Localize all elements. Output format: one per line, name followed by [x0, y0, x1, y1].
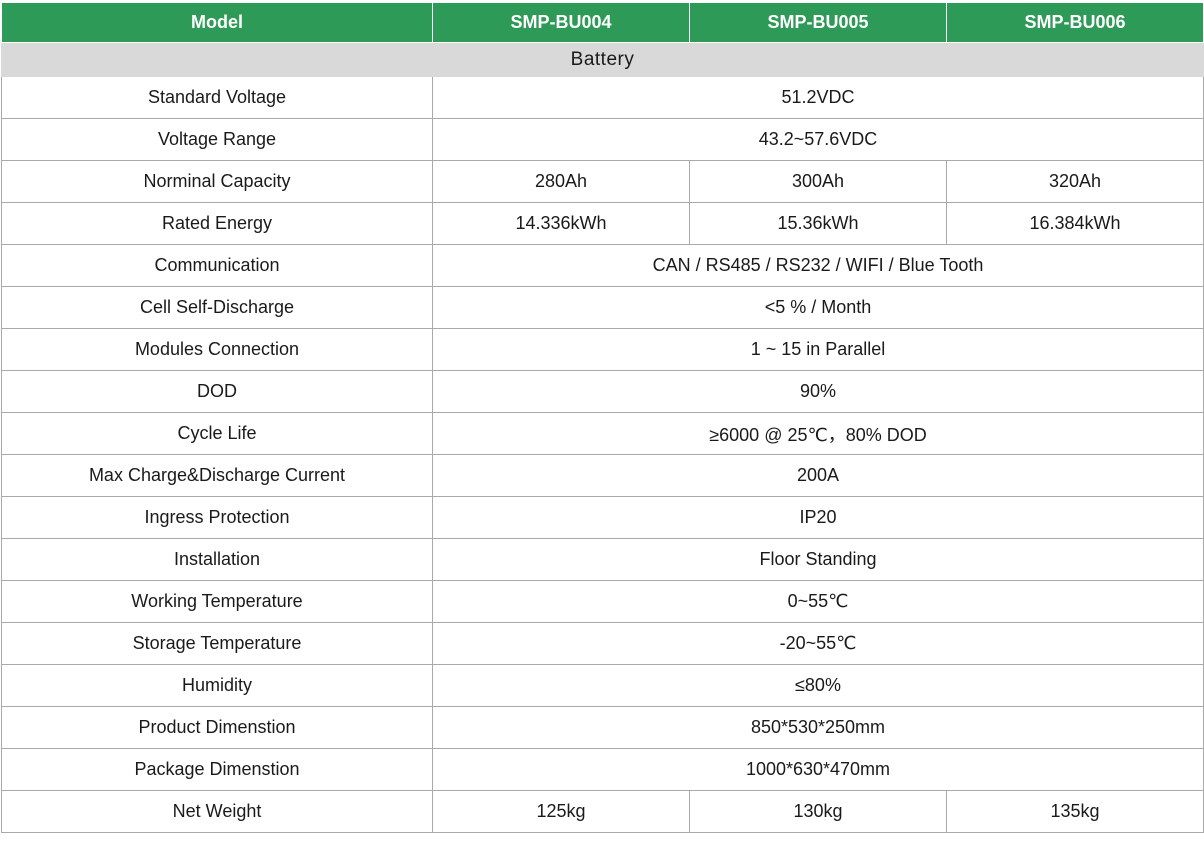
spec-label: Installation	[1, 538, 433, 581]
spec-row: Norminal Capacity 280Ah 300Ah 320Ah	[1, 160, 1204, 203]
spec-row: DOD 90%	[1, 370, 1204, 413]
spec-label: Storage Temperature	[1, 622, 433, 665]
spec-value-shared: 200A	[432, 454, 1204, 497]
spec-label: Voltage Range	[1, 118, 433, 161]
spec-value-shared: ≤80%	[432, 664, 1204, 707]
header-model-3: SMP-BU006	[946, 2, 1204, 43]
spec-value-shared: 90%	[432, 370, 1204, 413]
spec-label: Net Weight	[1, 790, 433, 833]
spec-value-model-1: 125kg	[432, 790, 690, 833]
spec-value-model-1: 14.336kWh	[432, 202, 690, 245]
spec-label: Cycle Life	[1, 412, 433, 455]
section-row: Battery	[1, 42, 1204, 77]
spec-value-shared: 0~55℃	[432, 580, 1204, 623]
spec-row: Installation Floor Standing	[1, 538, 1204, 581]
header-model-2: SMP-BU005	[689, 2, 947, 43]
spec-row: Product Dimenstion 850*530*250mm	[1, 706, 1204, 749]
spec-value-model-2: 15.36kWh	[689, 202, 947, 245]
spec-label: Product Dimenstion	[1, 706, 433, 749]
header-model-label: Model	[1, 2, 433, 43]
spec-row: Rated Energy 14.336kWh 15.36kWh 16.384kWh	[1, 202, 1204, 245]
spec-value-model-2: 130kg	[689, 790, 947, 833]
section-title: Battery	[1, 42, 1204, 77]
spec-row: Standard Voltage 51.2VDC	[1, 76, 1204, 119]
spec-label: DOD	[1, 370, 433, 413]
spec-row: Storage Temperature -20~55℃	[1, 622, 1204, 665]
spec-label: Max Charge&Discharge Current	[1, 454, 433, 497]
spec-row: Package Dimenstion 1000*630*470mm	[1, 748, 1204, 791]
spec-value-model-3: 16.384kWh	[946, 202, 1204, 245]
spec-value-model-2: 300Ah	[689, 160, 947, 203]
spec-label: Working Temperature	[1, 580, 433, 623]
spec-label: Package Dimenstion	[1, 748, 433, 791]
spec-row: Cell Self-Discharge <5 % / Month	[1, 286, 1204, 329]
spec-row: Voltage Range 43.2~57.6VDC	[1, 118, 1204, 161]
spec-row: Net Weight 125kg 130kg 135kg	[1, 790, 1204, 833]
spec-value-model-1: 280Ah	[432, 160, 690, 203]
spec-value-shared: IP20	[432, 496, 1204, 539]
spec-value-shared: Floor Standing	[432, 538, 1204, 581]
spec-value-shared: 51.2VDC	[432, 76, 1204, 119]
spec-value-shared: CAN / RS485 / RS232 / WIFI / Blue Tooth	[432, 244, 1204, 287]
spec-row: Humidity ≤80%	[1, 664, 1204, 707]
spec-row: Working Temperature 0~55℃	[1, 580, 1204, 623]
spec-value-shared: -20~55℃	[432, 622, 1204, 665]
spec-row: Max Charge&Discharge Current 200A	[1, 454, 1204, 497]
header-row: Model SMP-BU004 SMP-BU005 SMP-BU006	[1, 2, 1204, 43]
spec-value-shared: 1 ~ 15 in Parallel	[432, 328, 1204, 371]
spec-label: Cell Self-Discharge	[1, 286, 433, 329]
spec-value-model-3: 320Ah	[946, 160, 1204, 203]
spec-label: Ingress Protection	[1, 496, 433, 539]
header-model-1: SMP-BU004	[432, 2, 690, 43]
spec-value-shared: 43.2~57.6VDC	[432, 118, 1204, 161]
spec-label: Modules Connection	[1, 328, 433, 371]
spec-value-shared: <5 % / Month	[432, 286, 1204, 329]
spec-value-model-3: 135kg	[946, 790, 1204, 833]
spec-label: Norminal Capacity	[1, 160, 433, 203]
spec-label: Standard Voltage	[1, 76, 433, 119]
spec-table: Model SMP-BU004 SMP-BU005 SMP-BU006 Batt…	[1, 2, 1204, 833]
spec-label: Humidity	[1, 664, 433, 707]
spec-value-shared: 850*530*250mm	[432, 706, 1204, 749]
spec-label: Communication	[1, 244, 433, 287]
spec-row: Cycle Life ≥6000 @ 25℃，80% DOD	[1, 412, 1204, 455]
spec-row: Ingress Protection IP20	[1, 496, 1204, 539]
spec-value-shared: ≥6000 @ 25℃，80% DOD	[432, 412, 1204, 455]
spec-row: Communication CAN / RS485 / RS232 / WIFI …	[1, 244, 1204, 287]
spec-label: Rated Energy	[1, 202, 433, 245]
spec-row: Modules Connection 1 ~ 15 in Parallel	[1, 328, 1204, 371]
spec-value-shared: 1000*630*470mm	[432, 748, 1204, 791]
